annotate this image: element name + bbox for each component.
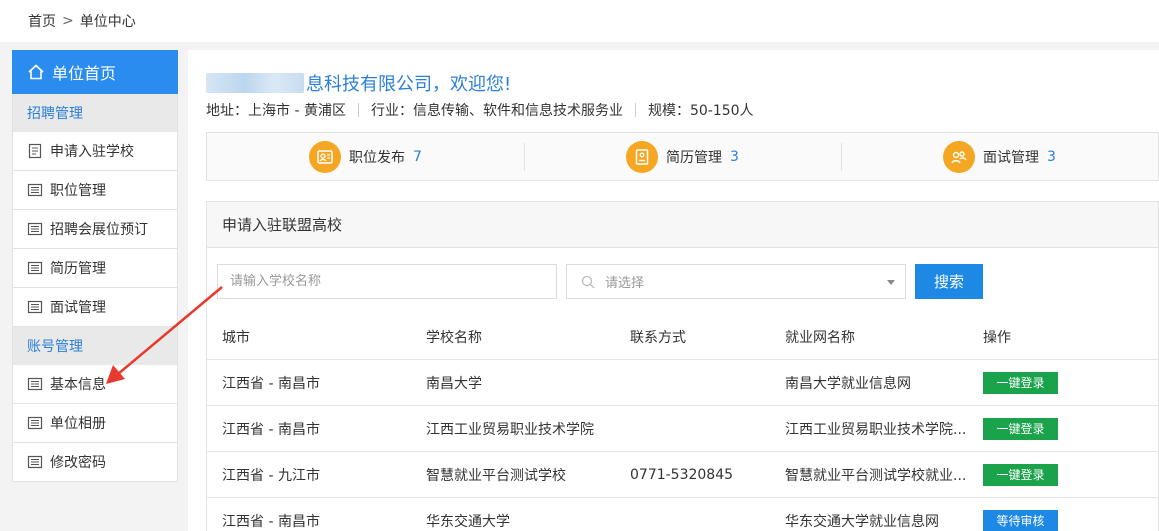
stat-count: 3 (730, 148, 739, 165)
stat-count: 3 (1047, 148, 1056, 165)
main-content: 息科技有限公司，欢迎您! 地址： 上海市 - 黄浦区 行业： 信息传输、软件和信… (188, 50, 1159, 531)
stat-label: 面试管理 (983, 149, 1040, 166)
table-row: 江西省 - 南昌市 江西工业贸易职业技术学院 江西工业贸易职业技术学院... 一… (207, 406, 1158, 452)
header-city: 城市 (222, 330, 250, 346)
industry-value: 信息传输、软件和信息技术服务业 (412, 103, 623, 119)
address-label: 地址： (206, 103, 248, 119)
blurred-company-name (206, 73, 304, 93)
sidebar-item-apply-school[interactable]: 申请入驻学校 (12, 132, 178, 171)
school-table: 城市 学校名称 联系方式 就业网名称 操作 江西省 - 南昌市 南昌大学 南昌大… (207, 315, 1158, 531)
info-divider (357, 103, 359, 117)
search-icon (581, 275, 595, 288)
sidebar-item-interviews[interactable]: 面试管理 (12, 288, 178, 327)
breadcrumb: 首页 > 单位中心 (0, 0, 1159, 42)
school-name-input[interactable] (217, 264, 557, 299)
header-site: 就业网名称 (785, 330, 855, 346)
sidebar-item-booth-booking[interactable]: 招聘会展位预订 (12, 210, 178, 249)
info-divider (634, 103, 636, 117)
search-row: 请选择 搜索 (217, 264, 983, 299)
pending-review-button[interactable]: 等待审核 (983, 509, 1058, 531)
breadcrumb-home[interactable]: 首页 (28, 11, 56, 31)
list-icon (27, 377, 43, 391)
list-icon (27, 455, 43, 469)
document-icon (28, 143, 42, 159)
one-click-login-button[interactable]: 一键登录 (983, 371, 1058, 394)
select-placeholder: 请选择 (605, 276, 645, 291)
sidebar-item-basic-info[interactable]: 基本信息 (12, 365, 178, 404)
table-row: 江西省 - 南昌市 华东交通大学 华东交通大学就业信息网 等待审核 (207, 498, 1158, 531)
apply-school-panel: 申请入驻联盟高校 请选择 搜索 城市 学校名称 联系方式 就业网名称 操作 江西… (206, 201, 1159, 531)
job-post-icon (309, 140, 342, 173)
stats-bar: 职位发布 7 简历管理 3 面试管理 3 (206, 132, 1159, 181)
sidebar-group-recruit: 招聘管理 (12, 94, 178, 132)
one-click-login-button[interactable]: 一键登录 (983, 463, 1058, 486)
welcome-text: 息科技有限公司，欢迎您! (306, 74, 512, 95)
stat-interview[interactable]: 面试管理 3 (841, 133, 1158, 180)
search-button[interactable]: 搜索 (915, 264, 983, 299)
list-icon (27, 183, 43, 197)
list-icon (27, 261, 43, 275)
sidebar-item-jobs[interactable]: 职位管理 (12, 171, 178, 210)
stat-job-post[interactable]: 职位发布 7 (207, 133, 524, 180)
sidebar-item-change-password[interactable]: 修改密码 (12, 443, 178, 482)
panel-title: 申请入驻联盟高校 (207, 202, 1158, 248)
sidebar-item-album[interactable]: 单位相册 (12, 404, 178, 443)
sidebar-home-label: 单位首页 (52, 64, 117, 83)
sidebar: 单位首页 招聘管理 申请入驻学校 职位管理 招聘会展位预订 简历管理 面试管理 … (12, 50, 178, 482)
address-value: 上海市 - 黄浦区 (248, 103, 346, 119)
region-select[interactable]: 请选择 (566, 264, 906, 299)
sidebar-home[interactable]: 单位首页 (12, 50, 178, 94)
breadcrumb-separator: > (62, 13, 74, 29)
scale-value: 50-150人 (689, 103, 754, 119)
stat-count: 7 (413, 148, 422, 165)
sidebar-group-account: 账号管理 (12, 327, 178, 365)
header-school: 学校名称 (426, 330, 482, 346)
one-click-login-button[interactable]: 一键登录 (983, 417, 1058, 440)
list-icon (27, 300, 43, 314)
stat-resume[interactable]: 简历管理 3 (524, 133, 841, 180)
welcome-title: 息科技有限公司，欢迎您! (206, 70, 511, 96)
header-action: 操作 (983, 330, 1011, 346)
list-icon (27, 416, 43, 430)
industry-label: 行业： (370, 103, 413, 119)
chevron-down-icon (887, 280, 895, 285)
resume-icon (626, 140, 659, 173)
sidebar-item-resumes[interactable]: 简历管理 (12, 249, 178, 288)
scale-label: 规模： (647, 103, 690, 119)
header-contact: 联系方式 (630, 330, 686, 346)
table-row: 江西省 - 南昌市 南昌大学 南昌大学就业信息网 一键登录 (207, 360, 1158, 406)
company-info: 地址： 上海市 - 黄浦区 行业： 信息传输、软件和信息技术服务业 规模： 50… (206, 100, 754, 120)
list-icon (27, 222, 43, 236)
home-icon (28, 64, 44, 80)
stat-label: 职位发布 (349, 149, 406, 166)
table-row: 江西省 - 九江市 智慧就业平台测试学校 0771-5320845 智慧就业平台… (207, 452, 1158, 498)
breadcrumb-current: 单位中心 (79, 14, 136, 30)
stat-label: 简历管理 (666, 149, 723, 166)
interview-icon (943, 140, 976, 173)
table-header: 城市 学校名称 联系方式 就业网名称 操作 (207, 315, 1158, 360)
